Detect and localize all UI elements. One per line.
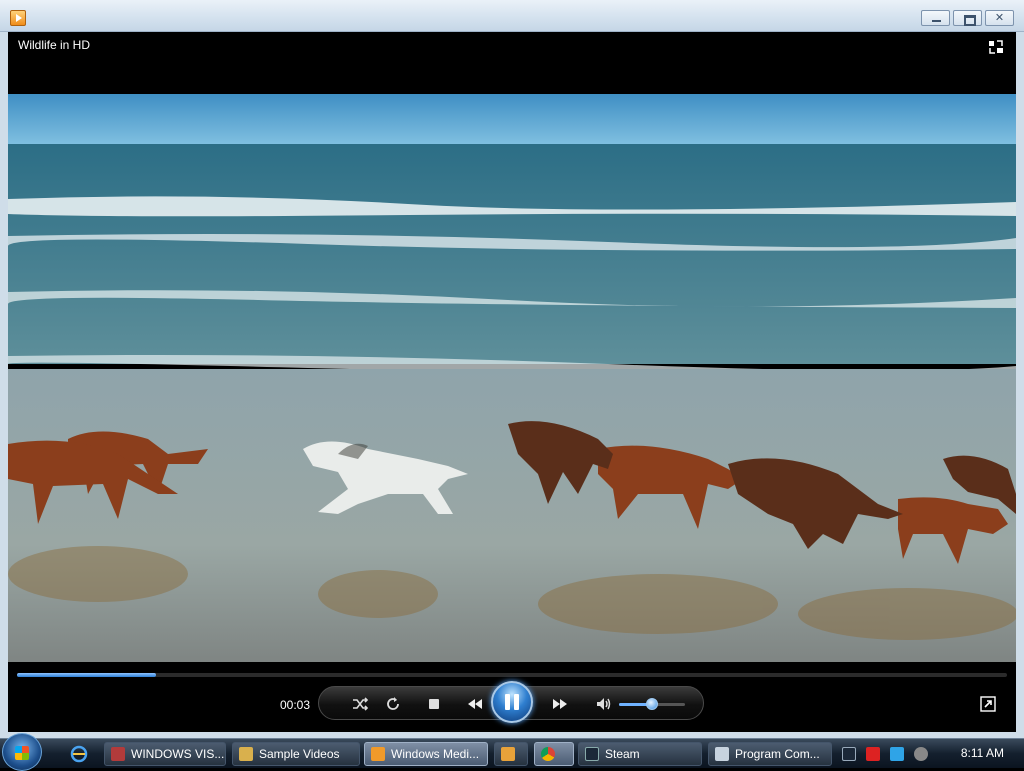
taskbar: WINDOWS VIS... Sample Videos Windows Med… [0, 733, 1024, 771]
steam-tray-icon[interactable] [842, 747, 856, 761]
network-tray-icon[interactable] [890, 747, 904, 761]
pause-icon [505, 694, 510, 710]
taskbar-item-windows-media-player[interactable]: Windows Medi... [364, 742, 488, 766]
fullscreen-icon[interactable] [980, 696, 996, 712]
seek-bar[interactable] [17, 673, 1007, 677]
internet-explorer-icon[interactable] [70, 745, 88, 763]
seek-progress [17, 673, 156, 677]
playback-controls [318, 681, 704, 723]
flag-tray-icon[interactable] [866, 747, 880, 761]
close-button[interactable]: ✕ [985, 10, 1014, 26]
taskbar-item-windows-vista[interactable]: WINDOWS VIS... [104, 742, 226, 766]
media-title: Wildlife in HD [18, 38, 91, 52]
shuffle-icon[interactable] [349, 693, 371, 715]
next-icon[interactable] [549, 693, 571, 715]
title-bar[interactable]: ✕ [0, 0, 1024, 32]
volume-tray-icon[interactable] [914, 747, 928, 761]
pause-button[interactable] [491, 681, 533, 723]
taskbar-item-paint[interactable] [494, 742, 528, 766]
stop-icon[interactable] [423, 693, 445, 715]
taskbar-item-steam[interactable]: Steam [578, 742, 702, 766]
windows-media-player-icon [10, 10, 26, 26]
folder-icon [239, 747, 253, 761]
start-orb-icon[interactable] [2, 733, 42, 771]
program-icon [715, 747, 729, 761]
app-icon [111, 747, 125, 761]
media-player-window: ✕ Wildlife in HD 00:03 [0, 0, 1024, 738]
system-tray: 8:11 AM [836, 742, 1022, 766]
previous-icon[interactable] [464, 693, 486, 715]
volume-knob[interactable] [646, 698, 658, 710]
time-elapsed: 00:03 [280, 698, 311, 712]
minimize-button[interactable] [921, 10, 950, 26]
taskbar-item-program-compatibility[interactable]: Program Com... [708, 742, 832, 766]
switch-to-library-icon[interactable] [988, 39, 1004, 55]
paint-icon [501, 747, 515, 761]
steam-icon [585, 747, 599, 761]
chrome-icon [541, 747, 555, 761]
now-playing-area: Wildlife in HD 00:03 [8, 32, 1016, 732]
clock[interactable]: 8:11 AM [961, 746, 1004, 760]
speaker-icon[interactable] [593, 693, 615, 715]
taskbar-item-sample-videos[interactable]: Sample Videos [232, 742, 360, 766]
windows-media-player-icon [371, 747, 385, 761]
taskbar-item-chrome[interactable] [534, 742, 574, 766]
video-frame[interactable] [8, 94, 1016, 662]
volume-slider[interactable] [619, 698, 685, 710]
maximize-button[interactable] [953, 10, 982, 26]
repeat-icon[interactable] [382, 693, 404, 715]
